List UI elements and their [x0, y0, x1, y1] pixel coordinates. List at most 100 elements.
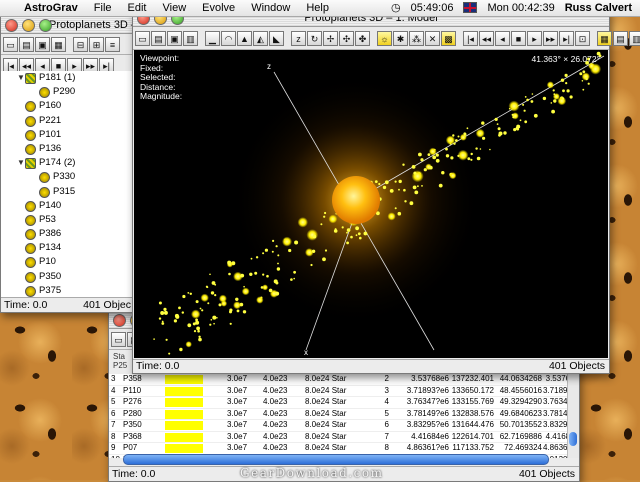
table-row[interactable]: 4 P110 3.0e7 4.0e23 8.0e24 Star 3 3.71893?e6 13… [109, 386, 567, 397]
protoplanet-dot[interactable] [414, 190, 419, 195]
trail-icon[interactable]: ⁂ [409, 30, 424, 46]
protoplanet-dot[interactable] [212, 315, 217, 320]
protoplanet-dot[interactable] [275, 281, 279, 285]
center-icon[interactable]: ✕ [425, 30, 440, 46]
protoplanet-dot[interactable] [411, 170, 424, 183]
protoplanet-dot[interactable] [178, 306, 181, 310]
protoplanet-dot[interactable] [441, 171, 445, 175]
protoplanet-dot[interactable] [209, 273, 211, 276]
protoplanet-dot[interactable] [346, 241, 349, 245]
protoplanet-dot[interactable] [256, 296, 264, 304]
grid-toggle-icon[interactable]: ▦ [597, 30, 612, 46]
protoplanet-dot[interactable] [210, 291, 215, 295]
protoplanet-dot[interactable] [290, 278, 293, 281]
protoplanet-dot[interactable] [275, 245, 278, 248]
protoplanet-dot[interactable] [211, 281, 216, 285]
tree-item[interactable]: P375 [1, 284, 135, 297]
grid-icon[interactable]: ▩ [441, 30, 456, 46]
label-icon[interactable]: ✱ [393, 30, 408, 46]
protoplanet-dot[interactable] [467, 157, 471, 161]
protoplanet-dot[interactable] [479, 148, 482, 150]
axis-yz-icon[interactable]: ✣ [339, 30, 354, 46]
protoplanet-dot[interactable] [341, 226, 344, 229]
protoplanet-dot[interactable] [266, 274, 269, 278]
protoplanet-dot[interactable] [466, 127, 469, 130]
protoplanet-dot[interactable] [191, 309, 201, 319]
table-row[interactable]: 3 P358 3.0e7 4.0e23 8.0e24 Star 2 3.53768e6 137… [109, 374, 567, 386]
protoplanet-dot[interactable] [435, 153, 439, 157]
tree-item[interactable]: P136 [1, 142, 135, 156]
protoplanet-dot[interactable] [324, 249, 328, 252]
protoplanet-dot[interactable] [562, 97, 565, 100]
protoplanet-dot[interactable] [228, 272, 231, 276]
view-mode-mountain-icon[interactable]: ◭ [253, 30, 268, 46]
protoplanet-dot[interactable] [173, 319, 177, 323]
protoplanet-dot[interactable] [310, 263, 313, 267]
protoplanet-dot[interactable] [207, 302, 210, 305]
protoplanet-dot[interactable] [233, 301, 242, 310]
rewind-start-icon[interactable]: |◂ [463, 30, 478, 46]
protoplanet-dot[interactable] [482, 136, 486, 140]
clock-icon[interactable]: ◷ [391, 1, 401, 14]
list-icon[interactable]: ≡ [105, 36, 120, 52]
protoplanet-dot[interactable] [216, 317, 218, 319]
protoplanet-dot[interactable] [565, 82, 568, 85]
protoplanet-dot[interactable] [229, 322, 232, 325]
axis-xy-icon[interactable]: ✢ [323, 30, 338, 46]
protoplanet-dot[interactable] [250, 257, 253, 260]
axis-z-icon[interactable]: z [291, 30, 306, 46]
table-row[interactable]: 6 P280 3.0e7 4.0e23 8.0e24 Star 5 3.78149?e6 13… [109, 409, 567, 420]
tree-item[interactable]: P350 [1, 270, 135, 284]
protoplanet-dot[interactable] [271, 250, 274, 253]
protoplanet-dot[interactable] [163, 307, 167, 311]
protoplanet-dot[interactable] [397, 211, 402, 216]
protoplanet-dot[interactable] [511, 112, 519, 120]
protoplanet-dot[interactable] [243, 285, 245, 288]
protoplanet-dot[interactable] [213, 322, 215, 325]
protoplanet-dot[interactable] [277, 254, 280, 257]
play-forward-icon[interactable]: ▸ [527, 30, 542, 46]
protoplanet-dot[interactable] [240, 273, 245, 278]
protoplanet-dot[interactable] [452, 134, 455, 137]
protoplanet-dot[interactable] [324, 211, 327, 215]
horizontal-scrollbar[interactable] [123, 454, 549, 465]
3d-model-view[interactable]: Viewpoint: Fixed: Selected: Distance: Ma… [134, 50, 608, 358]
protoplanet-dot[interactable] [421, 185, 423, 187]
protoplanet-dot[interactable] [206, 286, 209, 289]
protoplanet-dot[interactable] [403, 188, 406, 192]
protoplanet-dot[interactable] [409, 201, 414, 206]
window-icon[interactable]: ▣ [35, 36, 50, 52]
protoplanet-dot[interactable] [195, 300, 199, 304]
protoplanet-dot[interactable] [455, 139, 458, 142]
protoplanet-dot[interactable] [445, 154, 450, 158]
protoplanet-dot[interactable] [378, 182, 381, 186]
protoplanet-dot[interactable] [153, 338, 155, 340]
protoplanet-dot[interactable] [503, 131, 507, 135]
close-button[interactable] [5, 19, 18, 32]
view-mode-hills-icon[interactable]: ◠ [221, 30, 236, 46]
stop-icon[interactable]: ■ [511, 30, 526, 46]
protoplanet-dot[interactable] [449, 172, 457, 180]
protoplanet-dot[interactable] [235, 297, 239, 301]
protoplanet-dot[interactable] [333, 229, 338, 233]
input-language-flag-icon[interactable] [463, 2, 478, 13]
protoplanet-dot[interactable] [227, 260, 232, 265]
protoplanet-dot[interactable] [323, 215, 326, 218]
protoplanet-dot[interactable] [293, 270, 296, 274]
axis-xz-icon[interactable]: ✤ [355, 30, 370, 46]
protoplanet-dot[interactable] [182, 294, 186, 299]
view-mode-flat-icon[interactable]: ▁ [205, 30, 220, 46]
menu-help[interactable]: Help [306, 2, 329, 14]
protoplanet-dot[interactable] [355, 226, 359, 231]
protoplanet-dot[interactable] [262, 284, 269, 291]
menu-file[interactable]: File [94, 2, 112, 14]
protoplanet-dot[interactable] [382, 185, 387, 190]
protoplanet-dot[interactable] [508, 100, 520, 112]
sun-view-icon[interactable]: ☼ [377, 30, 392, 46]
play-backward-icon[interactable]: ◂ [495, 30, 510, 46]
properties-icon[interactable]: ⊞ [89, 36, 104, 52]
forward-end-icon[interactable]: ▸| [559, 30, 574, 46]
protoplanet-dot[interactable] [489, 148, 491, 151]
protoplanet-dot[interactable] [179, 347, 183, 352]
protoplanet-dot[interactable] [394, 207, 397, 210]
